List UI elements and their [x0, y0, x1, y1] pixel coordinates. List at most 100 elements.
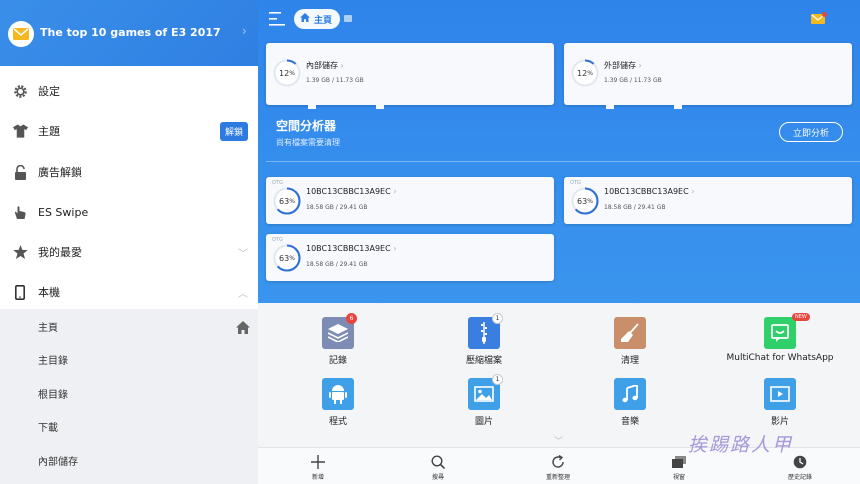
analyzer-title: 空間分析器: [276, 119, 337, 133]
sidebar-subitem-home-dir[interactable]: 主目錄: [0, 343, 258, 376]
sidebar-item-themes[interactable]: 主題 解鎖: [0, 111, 258, 151]
new-tag: NEW: [792, 313, 810, 321]
storage-card-usb[interactable]: OTG 63% 10BC13CBBC13A9EC › 18.58 GB / 29…: [266, 234, 554, 281]
sidebar-item-settings[interactable]: 設定: [0, 71, 258, 111]
card-notch: [674, 105, 682, 109]
sidebar-item-local[interactable]: 本機 ︿: [0, 272, 258, 312]
sidebar-subitems: 主頁 主目錄 根目錄 下載 內部儲存: [0, 309, 258, 484]
analyze-now-button[interactable]: 立即分析: [779, 122, 843, 142]
chevron-right-icon: ›: [242, 24, 247, 38]
app-programs[interactable]: 程式: [278, 378, 398, 438]
watermark-text: 挨踢路人甲: [688, 434, 794, 456]
app-images[interactable]: 1 圖片: [424, 374, 544, 438]
toolbar-search-button[interactable]: 搜尋: [413, 452, 463, 482]
app-label: 壓縮檔案: [465, 356, 502, 366]
expand-chevron-icon[interactable]: ﹀: [554, 434, 563, 447]
app-video[interactable]: 影片: [720, 378, 840, 438]
storage-card-internal[interactable]: 12% 內部儲存 › 1.39 GB / 11.73 GB: [266, 43, 554, 109]
android-icon: [322, 378, 354, 410]
toolbar-label: 重新整理: [545, 474, 570, 481]
storage-card-usb[interactable]: OTG 63% 10BC13CBBC13A9EC › 18.58 GB / 29…: [266, 177, 554, 224]
app-music[interactable]: 音樂: [570, 378, 690, 438]
sidebar-subitem-download[interactable]: 下載: [0, 410, 258, 443]
app-label: MultiChat for WhatsApp: [726, 353, 834, 363]
storage-usage: 18.58 GB / 29.41 GB: [604, 204, 666, 211]
app-label: 清理: [620, 356, 639, 366]
storage-usage: 18.58 GB / 29.41 GB: [306, 204, 368, 211]
app-count-badge: 1: [492, 374, 503, 385]
sidebar-item-label: 主題: [38, 125, 60, 138]
windows-icon: [671, 454, 687, 470]
sidebar-subitem-label: 主目錄: [38, 356, 68, 367]
sidebar-subitem-home[interactable]: 主頁: [0, 310, 258, 343]
app-clean[interactable]: 清理: [570, 317, 690, 377]
storage-usage: 18.58 GB / 29.41 GB: [306, 261, 368, 268]
sidebar-item-label: 本機: [38, 286, 60, 299]
sidebar-subitem-internal[interactable]: 內部儲存: [0, 444, 258, 477]
sidebar-item-ad-unlock[interactable]: 廣告解鎖: [0, 152, 258, 192]
chat-bubble-icon: [764, 317, 796, 349]
card-notch: [606, 105, 614, 109]
lock-icon: [12, 164, 28, 180]
sidebar-item-label: ES Swipe: [38, 205, 89, 219]
storage-usage: 1.39 GB / 11.73 GB: [604, 77, 662, 84]
home-icon: [300, 13, 310, 25]
usage-percent: 63%: [577, 196, 593, 206]
sidebar-subitem-label: 內部儲存: [38, 457, 78, 468]
toolbar-label: 歷史記錄: [787, 474, 812, 481]
plus-icon: [310, 454, 326, 470]
app-archive[interactable]: 1 壓縮檔案: [424, 313, 544, 377]
chevron-down-icon[interactable]: ﹀: [238, 245, 248, 260]
sidebar-subitem-label: 根目錄: [38, 390, 68, 401]
app-count-badge: 6: [346, 313, 357, 324]
star-icon: [12, 244, 28, 260]
app-label: 影片: [770, 417, 789, 427]
toolbar-label: 搜尋: [431, 474, 444, 481]
home-icon[interactable]: [236, 319, 250, 338]
app-label: 程式: [328, 417, 347, 427]
app-label: 音樂: [620, 417, 639, 427]
sidebar-header[interactable]: The top 10 games of E3 2017 ›: [0, 0, 258, 66]
sidebar-subitem-label: 主頁: [38, 323, 58, 334]
card-notch: [376, 105, 384, 109]
usage-percent: 63%: [279, 253, 295, 263]
app-label: 圖片: [474, 417, 493, 427]
app-multichat[interactable]: NEW MultiChat for WhatsApp: [720, 313, 840, 377]
broom-icon: [614, 317, 646, 349]
usage-percent: 63%: [279, 196, 295, 206]
clock-icon: [792, 454, 808, 470]
video-play-icon: [764, 378, 796, 410]
sidebar-item-label: 設定: [38, 85, 60, 98]
sidebar-item-favorites[interactable]: 我的最愛 ﹀: [0, 232, 258, 272]
search-icon: [430, 454, 446, 470]
storage-usage: 1.39 GB / 11.73 GB: [306, 77, 364, 84]
chevron-up-icon[interactable]: ︿: [238, 285, 248, 300]
storage-name: 10BC13CBBC13A9EC ›: [306, 187, 397, 196]
mail-icon: [8, 21, 34, 47]
sidebar-item-es-swipe[interactable]: ES Swipe: [0, 192, 258, 232]
app-count-badge: 1: [492, 313, 503, 324]
toolbar-label: 新增: [311, 474, 324, 481]
storage-name: 10BC13CBBC13A9EC ›: [306, 244, 397, 253]
app-log[interactable]: 6 記錄: [278, 313, 398, 377]
menu-icon[interactable]: [269, 11, 285, 30]
sidebar: The top 10 games of E3 2017 › 設定 主題 解鎖 廣…: [0, 0, 258, 484]
music-note-icon: [614, 378, 646, 410]
storage-name: 外部儲存 ›: [604, 61, 642, 70]
breadcrumb-tail: [344, 15, 352, 22]
unlock-badge[interactable]: 解鎖: [219, 121, 248, 141]
gear-icon: [12, 83, 28, 99]
storage-card-external[interactable]: 12% 外部儲存 › 1.39 GB / 11.73 GB: [564, 43, 852, 109]
storage-name: 10BC13CBBC13A9EC ›: [604, 187, 695, 196]
storage-card-usb[interactable]: OTG 63% 10BC13CBBC13A9EC › 18.58 GB / 29…: [564, 177, 852, 224]
usage-percent: 12%: [279, 68, 295, 78]
swipe-hand-icon: [12, 204, 28, 220]
sidebar-subitem-root[interactable]: 根目錄: [0, 377, 258, 410]
storage-panel: 主頁 12% 內部儲存 › 1.39 GB / 11.73 GB 12% 外部儲…: [258, 0, 860, 303]
mail-notification-icon[interactable]: [811, 11, 827, 30]
toolbar-refresh-button[interactable]: 重新整理: [533, 452, 583, 482]
breadcrumb[interactable]: 主頁: [294, 9, 341, 29]
main-area: 主頁 12% 內部儲存 › 1.39 GB / 11.73 GB 12% 外部儲…: [258, 0, 860, 484]
sidebar-item-label: 我的最愛: [38, 246, 82, 259]
toolbar-new-button[interactable]: 新增: [293, 452, 343, 482]
